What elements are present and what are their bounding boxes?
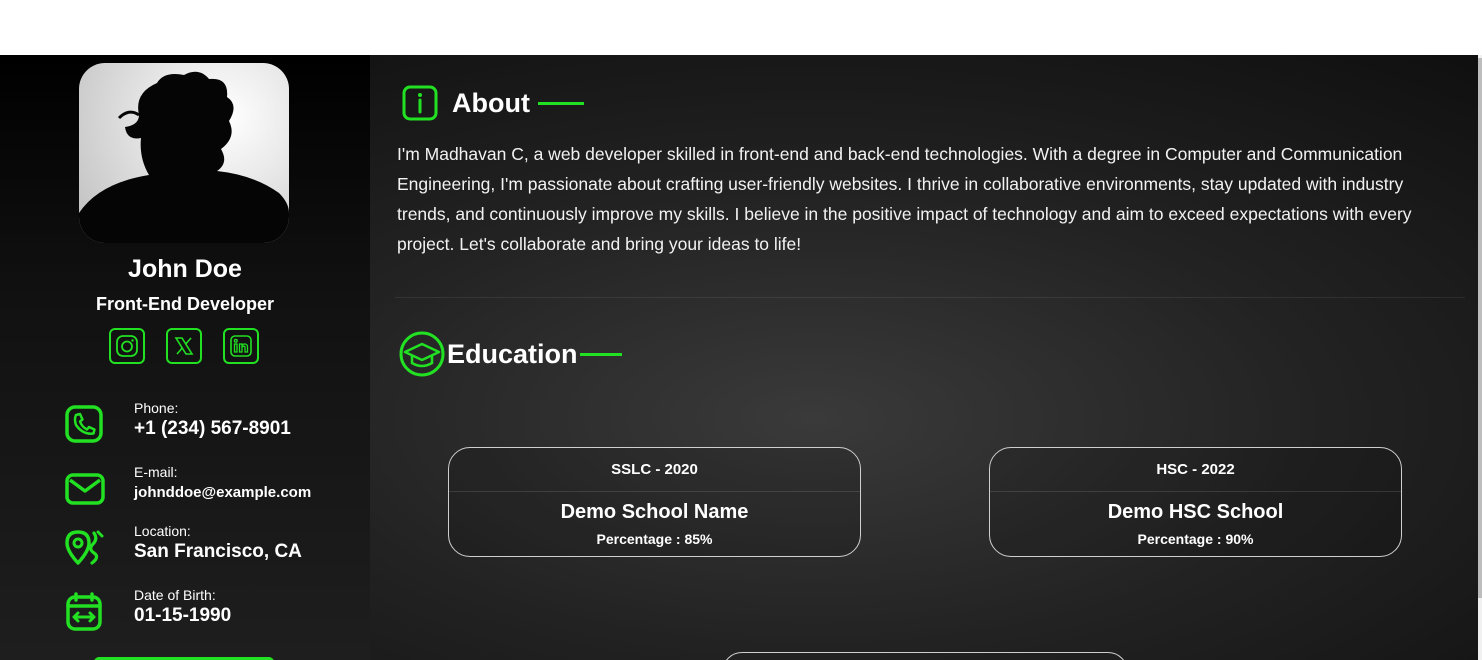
about-title: About xyxy=(452,87,530,118)
dob-value: 01-15-1990 xyxy=(134,605,232,626)
section-divider xyxy=(395,297,1465,298)
education-card-school: Demo School Name xyxy=(560,501,749,523)
contact-dob: Date of Birth: 01-15-1990 xyxy=(64,587,231,633)
email-value[interactable]: johnddoe@example.com xyxy=(134,481,311,505)
person-silhouette-icon xyxy=(79,71,289,243)
contact-location: Location: San Francisco, CA xyxy=(64,523,302,569)
education-heading: Education xyxy=(399,331,622,377)
portfolio-page: John Doe Front-End Developer Phone: +1 (… xyxy=(0,55,1478,660)
education-card-percentage: Percentage : 90% xyxy=(1137,531,1254,547)
info-icon xyxy=(402,85,438,121)
education-card-partial xyxy=(722,652,1128,660)
phone-icon xyxy=(65,405,103,443)
calendar-icon xyxy=(66,592,102,631)
education-title: Education xyxy=(447,338,578,369)
title-underline xyxy=(579,352,622,356)
profile-name: John Doe xyxy=(128,255,242,283)
social-links xyxy=(109,328,259,364)
phone-value[interactable]: +1 (234) 567-8901 xyxy=(134,417,291,441)
email-label: E-mail: xyxy=(134,464,178,480)
education-card-percentage: Percentage : 85% xyxy=(596,531,713,547)
education-card-sslc: SSLC - 2020 Demo School Name Percentage … xyxy=(448,447,861,557)
education-card-head: SSLC - 2020 xyxy=(449,448,860,492)
avatar xyxy=(79,63,289,243)
title-underline xyxy=(537,101,584,105)
x-twitter-icon xyxy=(174,337,194,355)
mail-icon xyxy=(65,473,105,505)
about-heading: About xyxy=(402,85,584,121)
x-twitter-link[interactable] xyxy=(166,328,202,364)
contact-email: E-mail: johnddoe@example.com xyxy=(64,464,311,510)
graduation-cap-icon xyxy=(399,331,445,377)
education-card-school: Demo HSC School xyxy=(1107,501,1284,523)
location-value: San Francisco, CA xyxy=(134,541,302,562)
linkedin-link[interactable] xyxy=(223,328,259,364)
contact-phone: Phone: +1 (234) 567-8901 xyxy=(64,400,291,446)
scrollbar-thumb[interactable] xyxy=(1478,58,1482,598)
location-label: Location: xyxy=(134,523,191,539)
dob-label: Date of Birth: xyxy=(134,587,216,603)
education-card-hsc: HSC - 2022 Demo HSC School Percentage : … xyxy=(989,447,1402,557)
phone-label: Phone: xyxy=(134,400,179,416)
about-text: I'm Madhavan C, a web developer skilled … xyxy=(397,144,1412,254)
instagram-link[interactable] xyxy=(109,328,145,364)
location-icon xyxy=(65,530,104,565)
education-card-head: HSC - 2022 xyxy=(990,448,1401,492)
profile-role: Front-End Developer xyxy=(95,294,274,314)
profile-sidebar: John Doe Front-End Developer Phone: +1 (… xyxy=(0,55,370,660)
instagram-icon xyxy=(116,335,138,357)
linkedin-icon xyxy=(230,335,252,357)
